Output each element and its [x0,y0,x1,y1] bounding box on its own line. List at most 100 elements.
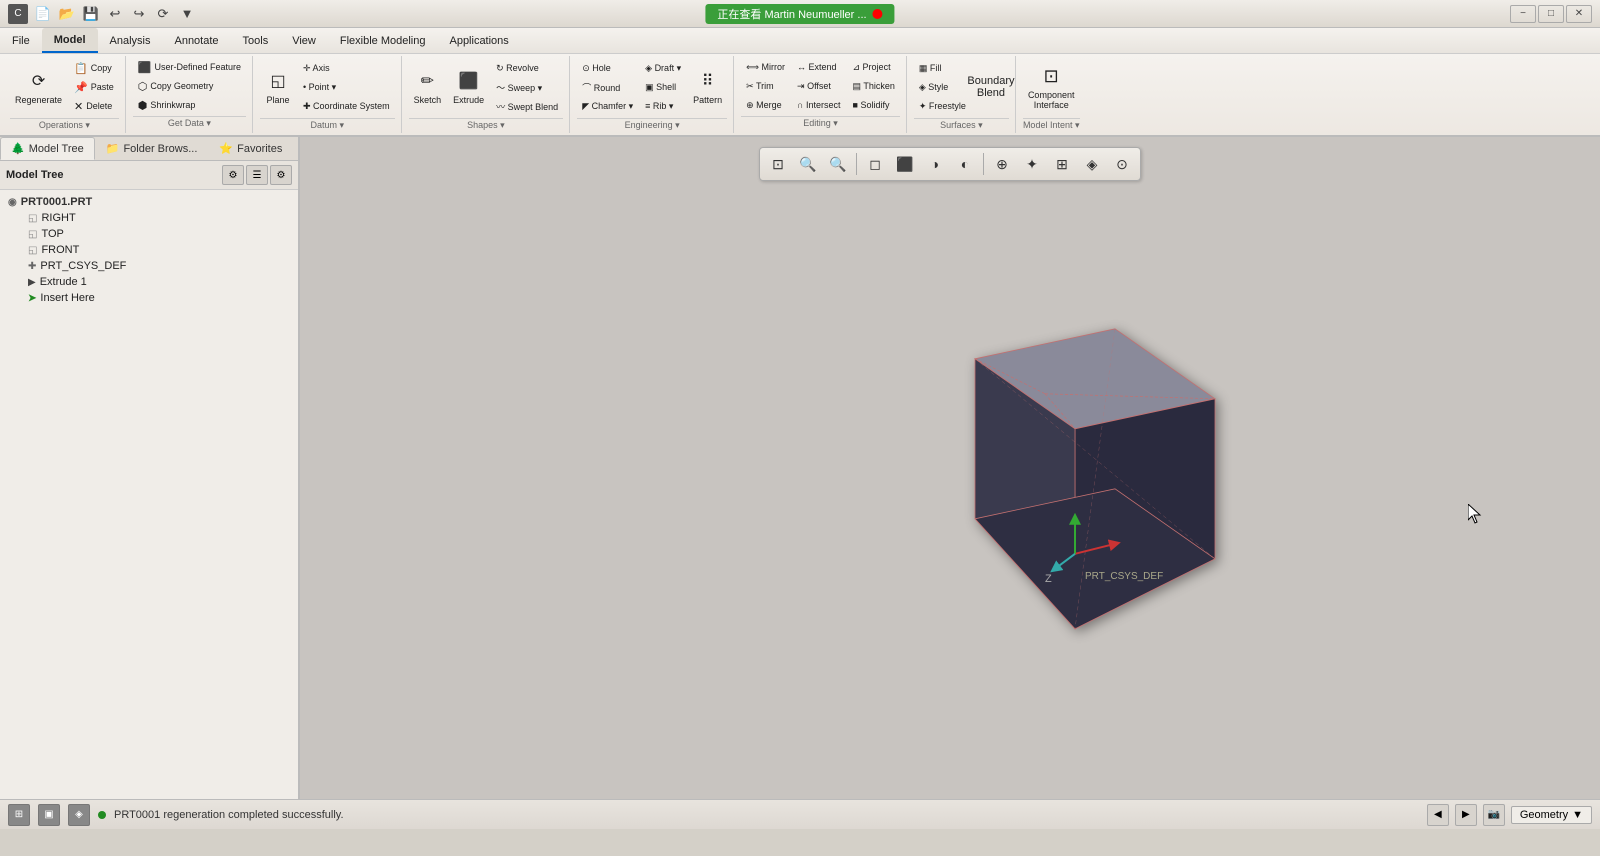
hidden-line-button[interactable]: ◑ [921,150,949,178]
trim-button[interactable]: ✂ Trim [741,77,790,95]
trail-button[interactable]: ⊙ [1108,150,1136,178]
thicken-button[interactable]: ▤ Thicken [848,77,900,95]
point-button[interactable]: • Point ▾ [298,78,395,96]
axis-button[interactable]: ✛ Axis [298,59,395,77]
swept-blend-button[interactable]: 〰 Swept Blend [491,97,563,115]
status-icon-model[interactable]: ◈ [68,804,90,826]
eng-col2: ◈ Draft ▾ ▣ Shell ≡ Rib ▾ [640,59,686,115]
maximize-button[interactable]: □ [1538,5,1564,23]
extrude1-label: Extrude 1 [40,276,87,288]
menu-file[interactable]: File [0,28,42,53]
copy-geometry-button[interactable]: ⬡ Copy Geometry [133,77,246,95]
regen-button[interactable]: ⟳ [152,3,174,25]
tree-filter-button[interactable]: ⚙ [270,165,292,185]
mirror-button[interactable]: ⟺ Mirror [741,58,790,76]
tree-item-extrude1[interactable]: ▶ Extrude 1 [4,274,294,290]
zoom-fit-button[interactable]: ⊡ [764,150,792,178]
solidify-button[interactable]: ■ Solidify [848,96,900,114]
close-button[interactable]: ✕ [1566,5,1592,23]
status-next-button[interactable]: ▶ [1455,804,1477,826]
minimize-button[interactable]: − [1510,5,1536,23]
right-plane-icon: ◱ [28,213,37,224]
status-camera-button[interactable]: 📷 [1483,804,1505,826]
round-button[interactable]: ⌒ Round [577,78,638,96]
rib-button[interactable]: ≡ Rib ▾ [640,97,686,115]
extend-button[interactable]: ↔ Extend [792,58,845,76]
delete-button[interactable]: ✕ Delete [69,97,119,115]
tree-item-front[interactable]: ◱ FRONT [4,242,294,258]
surf-col1: ▦ Fill ◈ Style ✦ Freestyle [914,59,971,115]
menu-view[interactable]: View [280,28,328,53]
vp-sep1 [856,153,857,175]
boundary-blend-button[interactable]: BoundaryBlend [973,58,1009,116]
extrude-button[interactable]: ⬛ Extrude [448,58,489,116]
tree-item-right[interactable]: ◱ RIGHT [4,210,294,226]
tree-item-prt-csys-def[interactable]: ✚ PRT_CSYS_DEF [4,258,294,274]
repaint-button[interactable]: ◈ [1078,150,1106,178]
tree-controls: ⚙ ☰ ⚙ [222,165,292,185]
paste-button[interactable]: 📌 Paste [69,78,119,96]
viewport[interactable]: ⊡ 🔍 🔍 ◻ ⬛ ◑ ◐ ⊕ ✦ ⊞ ◈ ⊙ [300,137,1600,799]
tree-item-insert-here[interactable]: ➤ Insert Here [4,290,294,306]
sketch-button[interactable]: ✏ Sketch [409,58,447,116]
qa-more-button[interactable]: ▼ [176,3,198,25]
coord-system-button[interactable]: ✚ Coordinate System [298,97,395,115]
shaded-button[interactable]: ⬛ [891,150,919,178]
draft-button[interactable]: ◈ Draft ▾ [640,59,686,77]
orient-button[interactable]: ✦ [1018,150,1046,178]
tree-columns-button[interactable]: ☰ [246,165,268,185]
tab-favorites[interactable]: ⭐ Favorites [208,137,293,160]
tab-model-tree[interactable]: 🌲 Model Tree [0,137,95,160]
merge-button[interactable]: ⊕ Merge [741,96,790,114]
status-geometry-dropdown[interactable]: Geometry ▼ [1511,806,1592,824]
viewport-toolbar: ⊡ 🔍 🔍 ◻ ⬛ ◑ ◐ ⊕ ✦ ⊞ ◈ ⊙ [759,147,1141,181]
status-icon-grid[interactable]: ⊞ [8,804,30,826]
no-hidden-button[interactable]: ◐ [951,150,979,178]
redo-button[interactable]: ↪ [128,3,150,25]
intersect-button[interactable]: ∩ Intersect [792,96,845,114]
spin-center-button[interactable]: ⊕ [988,150,1016,178]
component-interface-button[interactable]: ⊡ ComponentInterface [1023,58,1080,116]
wireframe-button[interactable]: ◻ [861,150,889,178]
pattern-button[interactable]: ⠿ Pattern [688,58,727,116]
operations-small-col: 📋 Copy 📌 Paste ✕ Delete [69,59,119,115]
hole-button[interactable]: ⊙ Hole [577,59,638,77]
freestyle-button[interactable]: ✦ Freestyle [914,97,971,115]
insert-here-label: Insert Here [40,292,94,304]
regenerate-button[interactable]: ⟳ Regenerate [10,58,67,116]
ribbon-group-surfaces: ▦ Fill ◈ Style ✦ Freestyle BoundaryBlend… [908,56,1016,133]
project-button[interactable]: ⊿ Project [848,58,900,76]
menu-applications[interactable]: Applications [437,28,520,53]
copy-button[interactable]: 📋 Copy [69,59,119,77]
tree-item-prt0001[interactable]: ◉ PRT0001.PRT [4,194,294,210]
menu-model[interactable]: Model [42,28,98,53]
chamfer-button[interactable]: ◤ Chamfer ▾ [577,97,638,115]
zoom-out-button[interactable]: 🔍 [824,150,852,178]
statusbar-left: ⊞ ▣ ◈ PRT0001 regeneration completed suc… [8,804,344,826]
zoom-in-button[interactable]: 🔍 [794,150,822,178]
menu-flexible-modeling[interactable]: Flexible Modeling [328,28,438,53]
new-button[interactable]: 📄 [32,3,54,25]
open-button[interactable]: 📂 [56,3,78,25]
tree-item-top[interactable]: ◱ TOP [4,226,294,242]
tree-settings-button[interactable]: ⚙ [222,165,244,185]
view-manager-button[interactable]: ⊞ [1048,150,1076,178]
offset-button[interactable]: ⇥ Offset [792,77,845,95]
operations-buttons: ⟳ Regenerate 📋 Copy 📌 Paste ✕ Delete [10,58,119,116]
plane-button[interactable]: ◱ Plane [260,58,296,116]
menu-analysis[interactable]: Analysis [98,28,163,53]
user-defined-feature-button[interactable]: ⬛ User-Defined Feature [133,58,246,76]
tab-folder-browser[interactable]: 📁 Folder Brows... [95,137,209,160]
save-button[interactable]: 💾 [80,3,102,25]
revolve-button[interactable]: ↻ Revolve [491,59,563,77]
menu-annotate[interactable]: Annotate [162,28,230,53]
menu-tools[interactable]: Tools [231,28,281,53]
shrinkwrap-button[interactable]: ⬢ Shrinkwrap [133,96,246,114]
status-icon-frame[interactable]: ▣ [38,804,60,826]
undo-button[interactable]: ↩ [104,3,126,25]
style-button[interactable]: ◈ Style [914,78,971,96]
status-prev-button[interactable]: ◀ [1427,804,1449,826]
fill-button[interactable]: ▦ Fill [914,59,971,77]
shell-button[interactable]: ▣ Shell [640,78,686,96]
sweep-button[interactable]: 〜 Sweep ▾ [491,78,563,96]
